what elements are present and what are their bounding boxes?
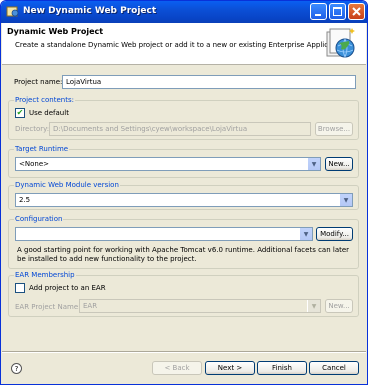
wizard-title: Dynamic Web Project [7,27,104,36]
new-ear-button[interactable]: New... [325,299,353,313]
eclipse-project-icon [6,6,19,17]
module-version-value: 2.5 [19,196,31,204]
next-button[interactable]: Next > [205,361,255,375]
use-default-checkbox[interactable]: ✔ [15,108,25,118]
minimize-button[interactable] [310,3,327,20]
maximize-button[interactable] [329,3,346,20]
minimize-icon [315,14,321,16]
directory-field[interactable]: D:\Documents and Settings\cyew\workspace… [49,122,311,136]
chevron-down-icon: ▼ [299,228,312,240]
help-icon[interactable]: ? [11,363,22,374]
module-version-title: Dynamic Web Module version [14,181,120,189]
title-bar[interactable]: New Dynamic Web Project [1,1,367,23]
new-dynamic-web-project-dialog: New Dynamic Web Project Dynamic Web Proj… [0,0,368,385]
use-default-label: Use default [29,109,69,117]
module-version-select[interactable]: 2.5 ▼ [15,193,353,207]
back-button[interactable]: < Back [152,361,202,375]
finish-button[interactable]: Finish [257,361,307,375]
web-project-wizard-icon [326,28,355,58]
new-runtime-button[interactable]: New... [325,157,353,171]
window-title: New Dynamic Web Project [23,6,157,16]
help-glyph: ? [14,364,19,373]
chevron-down-icon: ▼ [307,158,320,170]
project-name-label: Project name: [14,78,63,86]
chevron-down-icon: ▼ [339,194,352,206]
configuration-select[interactable]: ▼ [15,227,313,241]
ear-project-name-label: EAR Project Name: [15,303,81,311]
add-to-ear-label: Add project to an EAR [29,284,106,292]
ear-project-select[interactable]: EAR ▼ [79,299,321,313]
modify-button[interactable]: Modify... [316,227,353,241]
ear-membership-title: EAR Membership [14,271,76,279]
project-name-field[interactable]: LojaVirtua [62,75,356,89]
project-contents-title: Project contents: [14,96,75,104]
checkmark-icon: ✔ [16,108,24,117]
target-runtime-title: Target Runtime [14,145,70,153]
configuration-description: A good starting point for working with A… [17,246,350,263]
close-button[interactable] [348,3,365,20]
target-runtime-value: <None> [19,160,49,168]
footer-separator [2,351,366,353]
maximize-icon [333,7,342,16]
target-runtime-select[interactable]: <None> ▼ [15,157,321,171]
directory-label: Directory: [15,125,50,133]
configuration-title: Configuration [14,215,64,223]
add-to-ear-checkbox[interactable] [15,283,25,293]
wizard-description: Create a standalone Dynamic Web project … [15,41,348,49]
chevron-down-icon: ▼ [307,300,320,312]
cancel-button[interactable]: Cancel [309,361,359,375]
wizard-header: Dynamic Web Project Create a standalone … [2,23,366,65]
close-icon [352,7,361,16]
browse-button[interactable]: Browse... [315,122,353,136]
ear-project-value: EAR [83,302,98,310]
